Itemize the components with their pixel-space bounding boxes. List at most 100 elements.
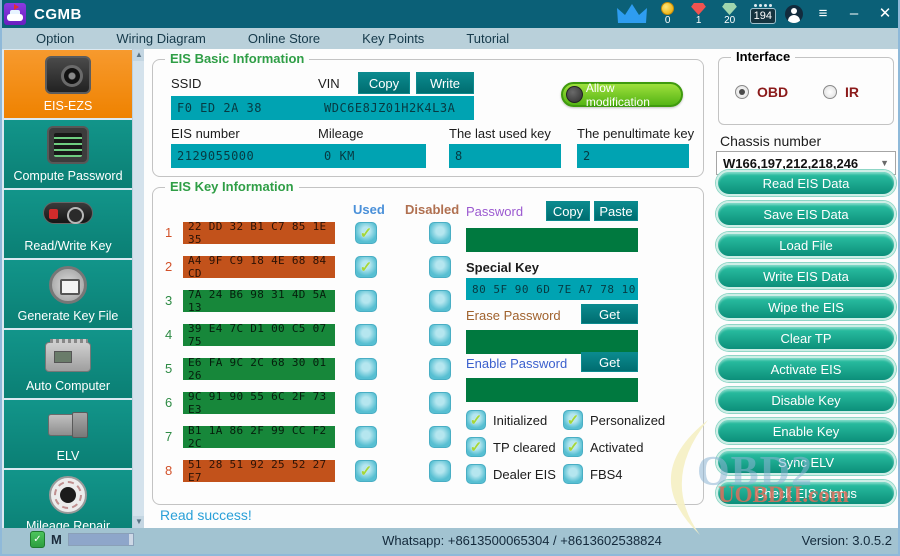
password-paste-button[interactable]: Paste bbox=[594, 201, 638, 221]
key-hex-field[interactable]: B1 1A 86 2F 99 CC F2 2C bbox=[183, 424, 335, 450]
flag-personalized[interactable]: ✓ Personalized bbox=[563, 410, 693, 430]
interface-title: Interface bbox=[731, 49, 796, 64]
radio-unselected-icon bbox=[823, 85, 837, 99]
sidebar-scrollbar[interactable]: ▲ ▼ bbox=[132, 49, 144, 528]
used-checkbox[interactable]: ✓ bbox=[355, 358, 377, 380]
chevron-down-icon: ▼ bbox=[880, 158, 889, 168]
disabled-checkbox[interactable]: ✓ bbox=[429, 426, 451, 448]
password-field[interactable] bbox=[466, 228, 638, 252]
flag-tp-cleared[interactable]: ✓ TP cleared bbox=[466, 437, 563, 457]
menu-option[interactable]: Option bbox=[36, 31, 74, 46]
sync-elv-button[interactable]: Sync ELV bbox=[716, 449, 896, 475]
clear-tp-button[interactable]: Clear TP bbox=[716, 325, 896, 351]
vin-write-button[interactable]: Write bbox=[416, 72, 474, 94]
disabled-checkbox[interactable]: ✓ bbox=[429, 324, 451, 346]
read-eis-data-button[interactable]: Read EIS Data bbox=[716, 170, 896, 196]
menu-wiring-diagram[interactable]: Wiring Diagram bbox=[116, 31, 206, 46]
key-hex-field[interactable]: 7A 24 B6 98 31 4D 5A 13 bbox=[183, 288, 335, 314]
menu-key-points[interactable]: Key Points bbox=[362, 31, 424, 46]
app-icon bbox=[4, 3, 26, 25]
key-hex-field[interactable]: 39 E4 7C D1 00 C5 07 75 bbox=[183, 322, 335, 348]
flag-activated[interactable]: ✓ Activated bbox=[563, 437, 693, 457]
vin-field[interactable]: WDC6E8JZ01H2K4L3A bbox=[318, 96, 474, 120]
penultimate-key-field[interactable]: 2 bbox=[577, 144, 689, 168]
eis-number-field[interactable]: 2129055000 bbox=[171, 144, 321, 168]
load-file-button[interactable]: Load File bbox=[716, 232, 896, 258]
coin-counter[interactable]: 0 bbox=[657, 2, 679, 26]
ssid-field[interactable]: F0 ED 2A 38 bbox=[171, 96, 321, 120]
key-hex-field[interactable]: E6 FA 9C 2C 68 30 01 26 bbox=[183, 356, 335, 382]
disabled-checkbox[interactable]: ✓ bbox=[429, 222, 451, 244]
flag-initialized[interactable]: ✓ Initialized bbox=[466, 410, 563, 430]
key-hex-field[interactable]: A4 9F C9 18 4E 68 84 CD bbox=[183, 254, 335, 280]
ir-radio[interactable]: IR bbox=[823, 84, 859, 100]
disabled-checkbox[interactable]: ✓ bbox=[429, 392, 451, 414]
sidebar-item-eis-ezs[interactable]: EIS-EZS bbox=[4, 50, 132, 118]
special-key-field[interactable]: 80 5F 90 6D 7E A7 78 10 bbox=[466, 278, 638, 300]
sidebar-item-elv[interactable]: ELV bbox=[4, 400, 132, 468]
scroll-down-icon[interactable]: ▼ bbox=[133, 516, 144, 528]
sidebar-item-auto-computer[interactable]: Auto Computer bbox=[4, 330, 132, 398]
allow-modification-toggle[interactable]: Allow modification bbox=[561, 81, 683, 109]
wipe-the-eis-button[interactable]: Wipe the EIS bbox=[716, 294, 896, 320]
close-button[interactable]: ✕ bbox=[874, 1, 896, 27]
scroll-up-icon[interactable]: ▲ bbox=[133, 49, 144, 61]
key-hex-field[interactable]: 9C 91 90 55 6C 2F 73 E3 bbox=[183, 390, 335, 416]
disabled-checkbox[interactable]: ✓ bbox=[429, 358, 451, 380]
tp-cleared-checkbox[interactable]: ✓ bbox=[466, 437, 486, 457]
key-hex-field[interactable]: 22 DD 32 B1 C7 85 1E 35 bbox=[183, 220, 335, 246]
used-checkbox[interactable]: ✓ bbox=[355, 290, 377, 312]
obd-radio[interactable]: OBD bbox=[735, 84, 788, 100]
used-checkbox[interactable]: ✓ bbox=[355, 256, 377, 278]
mini-label: M bbox=[51, 532, 62, 547]
personalized-checkbox[interactable]: ✓ bbox=[563, 410, 583, 430]
used-checkbox[interactable]: ✓ bbox=[355, 324, 377, 346]
fbs4-checkbox[interactable]: ✓ bbox=[563, 464, 583, 484]
key-hex-field[interactable]: 51 28 51 92 25 52 27 E7 bbox=[183, 458, 335, 484]
sidebar-item-generate-key-file[interactable]: Generate Key File bbox=[4, 260, 132, 328]
activate-eis-button[interactable]: Activate EIS bbox=[716, 356, 896, 382]
enable-key-button[interactable]: Enable Key bbox=[716, 418, 896, 444]
write-eis-data-button[interactable]: Write EIS Data bbox=[716, 263, 896, 289]
erase-password-get-button[interactable]: Get bbox=[581, 304, 638, 324]
disabled-checkbox[interactable]: ✓ bbox=[429, 256, 451, 278]
disabled-checkbox[interactable]: ✓ bbox=[429, 290, 451, 312]
basic-info-group: EIS Basic Information SSID F0 ED 2A 38 V… bbox=[152, 51, 704, 177]
green-gem-counter[interactable]: 20 bbox=[719, 2, 741, 26]
disabled-header: Disabled bbox=[405, 202, 460, 217]
flag-dealer-eis[interactable]: ✓ Dealer EIS bbox=[466, 464, 563, 484]
menu-tutorial[interactable]: Tutorial bbox=[466, 31, 509, 46]
menu-online-store[interactable]: Online Store bbox=[248, 31, 320, 46]
hamburger-menu-icon[interactable]: ≡ bbox=[812, 1, 834, 27]
used-checkbox[interactable]: ✓ bbox=[355, 222, 377, 244]
erase-password-field[interactable] bbox=[466, 330, 638, 354]
flag-fbs4[interactable]: ✓ FBS4 bbox=[563, 464, 693, 484]
used-checkbox[interactable]: ✓ bbox=[355, 426, 377, 448]
used-checkbox[interactable]: ✓ bbox=[355, 392, 377, 414]
sidebar-item-read-write-key[interactable]: Read/Write Key bbox=[4, 190, 132, 258]
enable-password-get-button[interactable]: Get bbox=[581, 352, 638, 372]
crown-icon[interactable] bbox=[616, 3, 648, 25]
points-badge[interactable]: 194 bbox=[749, 4, 776, 24]
menubar: Option Wiring Diagram Online Store Key P… bbox=[2, 28, 898, 49]
key-row-number: 7 bbox=[165, 429, 173, 444]
mileage-field[interactable]: 0 KM bbox=[318, 144, 426, 168]
dealer-eis-checkbox[interactable]: ✓ bbox=[466, 464, 486, 484]
vin-copy-button[interactable]: Copy bbox=[358, 72, 410, 94]
activated-checkbox[interactable]: ✓ bbox=[563, 437, 583, 457]
password-copy-button[interactable]: Copy bbox=[546, 201, 590, 221]
last-used-key-label: The last used key bbox=[449, 126, 551, 141]
disable-key-button[interactable]: Disable Key bbox=[716, 387, 896, 413]
enable-password-field[interactable] bbox=[466, 378, 638, 402]
sidebar-item-compute-password[interactable]: Compute Password bbox=[4, 120, 132, 188]
red-gem-counter[interactable]: 1 bbox=[688, 2, 710, 26]
disabled-checkbox[interactable]: ✓ bbox=[429, 460, 451, 482]
check-eis-status-button[interactable]: Check EIS Status bbox=[716, 480, 896, 506]
minimize-button[interactable]: – bbox=[843, 1, 865, 27]
sidebar-item-mileage-repair[interactable]: Mileage Repair bbox=[4, 470, 132, 528]
last-used-key-field[interactable]: 8 bbox=[449, 144, 561, 168]
user-avatar-icon[interactable] bbox=[785, 5, 803, 23]
used-checkbox[interactable]: ✓ bbox=[355, 460, 377, 482]
save-eis-data-button[interactable]: Save EIS Data bbox=[716, 201, 896, 227]
initialized-checkbox[interactable]: ✓ bbox=[466, 410, 486, 430]
